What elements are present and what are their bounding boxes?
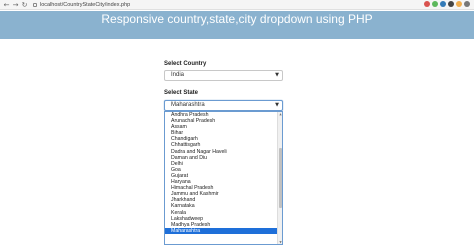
- chevron-down-icon: ▼: [275, 102, 279, 108]
- extension-icon[interactable]: [448, 1, 454, 7]
- arrow-right-icon[interactable]: →: [12, 1, 19, 9]
- scroll-up-icon[interactable]: ▲: [278, 112, 282, 116]
- chevron-down-icon: ▼: [275, 72, 279, 78]
- scrollbar-thumb[interactable]: [279, 148, 282, 208]
- scrollbar[interactable]: ▲ ▼: [277, 112, 282, 244]
- state-select-value: Maharashtra: [171, 102, 205, 108]
- country-label: Select Country: [164, 61, 207, 67]
- country-select-value: India: [171, 72, 185, 78]
- state-dropdown-list[interactable]: Andhra Pradesh Arunachal Pradesh Assam Biha…: [164, 111, 283, 245]
- avatar[interactable]: [464, 1, 470, 7]
- country-select[interactable]: India ▼: [164, 70, 283, 81]
- state-label: Select State: [164, 90, 199, 96]
- scroll-down-icon[interactable]: ▼: [278, 240, 282, 244]
- extension-icon[interactable]: [432, 1, 438, 7]
- extension-icons: [424, 1, 470, 7]
- browser-toolbar: ← → ↻ localhost/CountryStateCity/index.p…: [0, 0, 474, 10]
- option-list: Andhra Pradesh Arunachal Pradesh Assam Biha…: [165, 112, 282, 234]
- address-bar[interactable]: localhost/CountryStateCity/index.php: [33, 1, 130, 9]
- state-option[interactable]: Maharashtra: [165, 227, 282, 234]
- info-icon: [33, 3, 37, 7]
- extension-icon[interactable]: [440, 1, 446, 7]
- arrow-left-icon[interactable]: ←: [3, 1, 10, 9]
- page-title: Responsive country,state,city dropdown u…: [101, 12, 373, 26]
- extension-icon[interactable]: [424, 1, 430, 7]
- header-banner: Responsive country,state,city dropdown u…: [0, 11, 474, 39]
- reload-icon[interactable]: ↻: [21, 1, 28, 9]
- url-text: localhost/CountryStateCity/index.php: [40, 2, 131, 8]
- state-select[interactable]: Maharashtra ▼: [164, 100, 283, 111]
- extension-icon[interactable]: [456, 1, 462, 7]
